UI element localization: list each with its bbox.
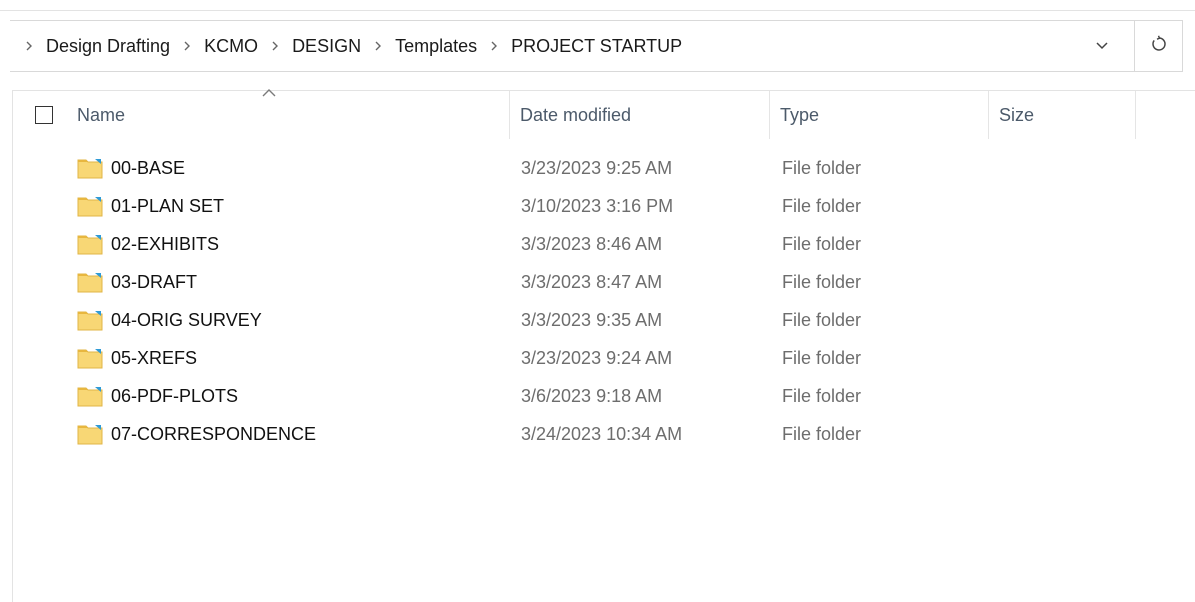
column-header-date-modified-label: Date modified bbox=[520, 104, 632, 125]
table-row[interactable]: 07-CORRESPONDENCE 3/24/2023 10:34 AM Fil… bbox=[13, 415, 1195, 453]
file-name: 01-PLAN SET bbox=[111, 195, 225, 216]
name-cell: 00-BASE bbox=[77, 149, 185, 187]
column-header-type[interactable]: Type bbox=[770, 91, 988, 139]
type-cell: File folder bbox=[782, 195, 862, 216]
date-modified-cell: 3/6/2023 9:18 AM bbox=[521, 385, 663, 406]
name-cell: 03-DRAFT bbox=[77, 263, 197, 301]
file-name: 05-XREFS bbox=[111, 347, 198, 368]
file-name: 06-PDF-PLOTS bbox=[111, 385, 239, 406]
column-header-name-label: Name bbox=[77, 104, 126, 125]
table-row[interactable]: 02-EXHIBITS 3/3/2023 8:46 AM File folder bbox=[13, 225, 1195, 263]
breadcrumb-item-kcmo[interactable]: KCMO bbox=[204, 36, 258, 57]
file-name: 00-BASE bbox=[111, 157, 186, 178]
address-row: Design Drafting KCMO DESIGN Templates PR… bbox=[0, 20, 1195, 72]
type-cell: File folder bbox=[782, 385, 862, 406]
column-header-date-modified[interactable]: Date modified bbox=[510, 91, 769, 139]
table-row[interactable]: 05-XREFS 3/23/2023 9:24 AM File folder bbox=[13, 339, 1195, 377]
chevron-down-icon bbox=[1095, 37, 1109, 55]
folder-icon bbox=[77, 425, 103, 445]
type-cell: File folder bbox=[782, 309, 862, 330]
file-name: 02-EXHIBITS bbox=[111, 233, 220, 254]
name-cell: 07-CORRESPONDENCE bbox=[77, 415, 316, 453]
address-bar[interactable]: Design Drafting KCMO DESIGN Templates PR… bbox=[10, 20, 1135, 72]
folder-icon bbox=[77, 235, 103, 255]
name-cell: 01-PLAN SET bbox=[77, 187, 224, 225]
file-list: Name Date modified Type Size 00-BASE 3/2… bbox=[12, 89, 1195, 602]
folder-icon bbox=[77, 387, 103, 407]
date-modified-cell: 3/3/2023 8:47 AM bbox=[521, 271, 663, 292]
file-rows: 00-BASE 3/23/2023 9:25 AM File folder 01… bbox=[13, 149, 1195, 453]
chevron-right-icon[interactable] bbox=[373, 40, 383, 52]
history-dropdown-button[interactable] bbox=[1084, 21, 1120, 71]
column-header-size-label: Size bbox=[999, 104, 1035, 125]
date-modified-cell: 3/3/2023 9:35 AM bbox=[521, 309, 663, 330]
breadcrumb-item-design[interactable]: DESIGN bbox=[292, 36, 361, 57]
breadcrumb-item-templates[interactable]: Templates bbox=[395, 36, 477, 57]
breadcrumb-item-project-startup[interactable]: PROJECT STARTUP bbox=[511, 36, 682, 57]
column-header-type-label: Type bbox=[780, 104, 820, 125]
column-header-row: Name Date modified Type Size bbox=[13, 89, 1195, 139]
file-name: 04-ORIG SURVEY bbox=[111, 309, 262, 330]
top-strip bbox=[0, 0, 1195, 11]
date-modified-cell: 3/24/2023 10:34 AM bbox=[521, 423, 683, 444]
breadcrumb: Design Drafting KCMO DESIGN Templates PR… bbox=[24, 21, 682, 71]
chevron-right-icon[interactable] bbox=[270, 40, 280, 52]
folder-icon bbox=[77, 273, 103, 293]
column-header-size[interactable]: Size bbox=[989, 91, 1135, 139]
type-cell: File folder bbox=[782, 347, 862, 368]
table-row[interactable]: 04-ORIG SURVEY 3/3/2023 9:35 AM File fol… bbox=[13, 301, 1195, 339]
name-cell: 05-XREFS bbox=[77, 339, 197, 377]
select-all-checkbox[interactable] bbox=[35, 106, 53, 124]
table-row[interactable]: 03-DRAFT 3/3/2023 8:47 AM File folder bbox=[13, 263, 1195, 301]
file-name: 03-DRAFT bbox=[111, 271, 198, 292]
type-cell: File folder bbox=[782, 157, 862, 178]
chevron-right-icon[interactable] bbox=[489, 40, 499, 52]
column-header-name[interactable]: Name bbox=[67, 91, 509, 139]
column-divider[interactable] bbox=[1135, 91, 1136, 139]
folder-icon bbox=[77, 311, 103, 331]
name-cell: 02-EXHIBITS bbox=[77, 225, 219, 263]
table-row[interactable]: 06-PDF-PLOTS 3/6/2023 9:18 AM File folde… bbox=[13, 377, 1195, 415]
chevron-right-icon[interactable] bbox=[24, 40, 34, 52]
table-row[interactable]: 00-BASE 3/23/2023 9:25 AM File folder bbox=[13, 149, 1195, 187]
name-cell: 06-PDF-PLOTS bbox=[77, 377, 238, 415]
date-modified-cell: 3/23/2023 9:24 AM bbox=[521, 347, 673, 368]
table-row[interactable]: 01-PLAN SET 3/10/2023 3:16 PM File folde… bbox=[13, 187, 1195, 225]
date-modified-cell: 3/23/2023 9:25 AM bbox=[521, 157, 673, 178]
file-name: 07-CORRESPONDENCE bbox=[111, 423, 317, 444]
refresh-icon bbox=[1150, 35, 1168, 58]
type-cell: File folder bbox=[782, 423, 862, 444]
folder-icon bbox=[77, 197, 103, 217]
folder-icon bbox=[77, 349, 103, 369]
refresh-button[interactable] bbox=[1135, 20, 1183, 72]
folder-icon bbox=[77, 159, 103, 179]
date-modified-cell: 3/10/2023 3:16 PM bbox=[521, 195, 674, 216]
type-cell: File folder bbox=[782, 271, 862, 292]
name-cell: 04-ORIG SURVEY bbox=[77, 301, 262, 339]
type-cell: File folder bbox=[782, 233, 862, 254]
date-modified-cell: 3/3/2023 8:46 AM bbox=[521, 233, 663, 254]
breadcrumb-item-design-drafting[interactable]: Design Drafting bbox=[46, 36, 170, 57]
chevron-right-icon[interactable] bbox=[182, 40, 192, 52]
